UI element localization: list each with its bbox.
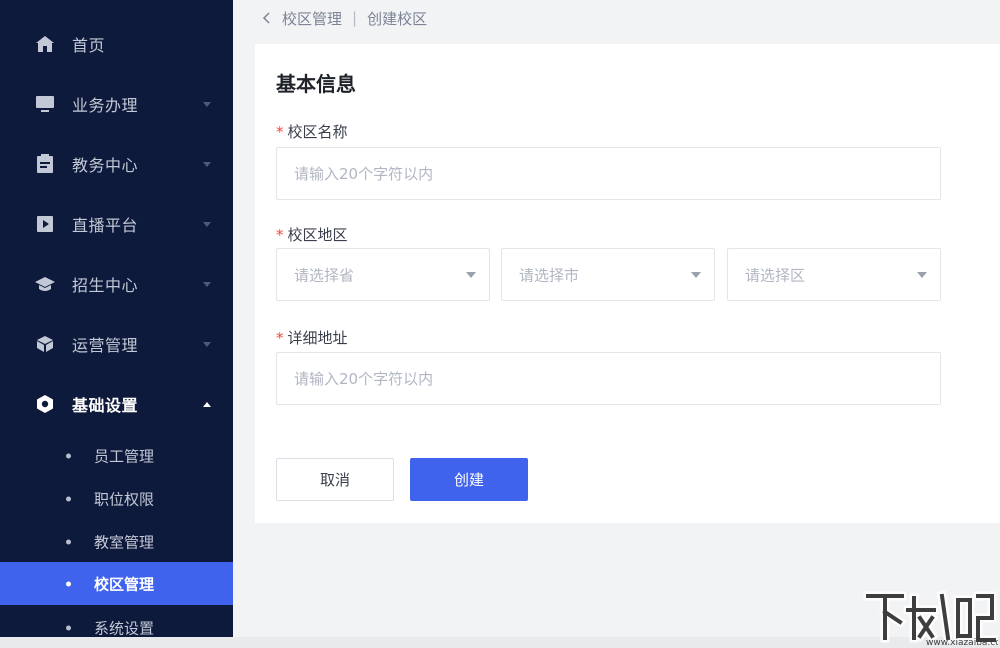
sidebar-item-business[interactable]: 业务办理 xyxy=(0,74,233,134)
sidebar-item-label: 运营管理 xyxy=(72,336,139,355)
bullet-icon xyxy=(66,625,71,630)
sidebar-sub-item-label: 教室管理 xyxy=(94,533,155,551)
sidebar-sub-item-system[interactable]: 系统设置 xyxy=(0,606,233,637)
district-select-placeholder: 请选择区 xyxy=(745,266,806,284)
province-select-placeholder: 请选择省 xyxy=(294,266,355,284)
campus-name-label: * 校区名称 xyxy=(276,121,348,142)
campus-region-label: * 校区地区 xyxy=(276,224,348,245)
sidebar-item-label: 直播平台 xyxy=(72,216,139,235)
chevron-left-icon[interactable] xyxy=(262,11,276,25)
bullet-icon xyxy=(66,496,71,501)
province-select[interactable]: 请选择省 xyxy=(276,248,490,301)
campus-form-card: 基本信息 *校区名称 *校区地区 请选择省 请选择市 请选择区 *详细地址 取消… xyxy=(255,44,1000,523)
clipboard-icon xyxy=(35,154,55,174)
chevron-down-icon xyxy=(201,278,213,290)
city-select[interactable]: 请选择市 xyxy=(501,248,715,301)
sidebar-sub-item-staff[interactable]: 员工管理 xyxy=(0,434,233,477)
hexagon-settings-icon xyxy=(35,394,55,414)
home-icon xyxy=(35,34,55,54)
play-icon xyxy=(35,214,55,234)
sidebar-item-operations[interactable]: 运营管理 xyxy=(0,314,233,374)
sidebar-item-enrollment[interactable]: 招生中心 xyxy=(0,254,233,314)
monitor-icon xyxy=(35,94,55,114)
create-button[interactable]: 创建 xyxy=(410,458,528,501)
breadcrumb-separator: | xyxy=(352,9,358,27)
cube-icon xyxy=(35,334,55,354)
chevron-down-icon xyxy=(201,98,213,110)
bullet-icon xyxy=(66,539,71,544)
required-mark: * xyxy=(276,329,284,347)
watermark-logo: www.xiazaiba.com xyxy=(862,588,1000,648)
campus-region-label-text: 校区地区 xyxy=(287,226,348,244)
sidebar-item-label: 基础设置 xyxy=(72,396,139,415)
campus-name-label-text: 校区名称 xyxy=(287,123,348,141)
sidebar: 首页 业务办理 教务中心 直播平台 招生中心 运营管理 基础设置 员工管理 职位… xyxy=(0,0,233,637)
caret-down-icon xyxy=(916,271,928,279)
section-title: 基本信息 xyxy=(276,72,356,96)
required-mark: * xyxy=(276,123,284,141)
bullet-icon xyxy=(66,581,71,586)
chevron-up-icon xyxy=(201,398,213,410)
sidebar-item-label: 教务中心 xyxy=(72,156,139,175)
caret-down-icon xyxy=(465,271,477,279)
breadcrumb: 校区管理 | 创建校区 xyxy=(262,8,427,28)
address-label: * 详细地址 xyxy=(276,327,348,348)
district-select[interactable]: 请选择区 xyxy=(727,248,941,301)
breadcrumb-current: 创建校区 xyxy=(367,9,428,28)
campus-name-input[interactable] xyxy=(276,147,941,200)
sidebar-sub-item-label: 员工管理 xyxy=(94,447,155,465)
sidebar-item-label: 首页 xyxy=(72,36,106,55)
chevron-down-icon xyxy=(201,338,213,350)
sidebar-item-label: 业务办理 xyxy=(72,96,139,115)
sidebar-item-home[interactable]: 首页 xyxy=(0,14,233,74)
sidebar-sub-item-label: 系统设置 xyxy=(94,619,155,637)
sidebar-sub-item-label: 校区管理 xyxy=(94,575,155,593)
cancel-button[interactable]: 取消 xyxy=(276,458,394,501)
bottom-bar xyxy=(0,637,1000,648)
sidebar-item-label: 招生中心 xyxy=(72,276,139,295)
chevron-down-icon xyxy=(201,218,213,230)
sidebar-item-academic[interactable]: 教务中心 xyxy=(0,134,233,194)
sidebar-item-basic-settings[interactable]: 基础设置 xyxy=(0,374,233,434)
sidebar-sub-item-classrooms[interactable]: 教室管理 xyxy=(0,520,233,563)
caret-down-icon xyxy=(690,271,702,279)
breadcrumb-parent-link[interactable]: 校区管理 xyxy=(282,8,342,29)
chevron-down-icon xyxy=(201,158,213,170)
sidebar-sub-item-label: 职位权限 xyxy=(94,490,155,508)
address-input[interactable] xyxy=(276,352,941,405)
city-select-placeholder: 请选择市 xyxy=(519,266,580,284)
required-mark: * xyxy=(276,226,284,244)
bullet-icon xyxy=(66,453,71,458)
address-label-text: 详细地址 xyxy=(287,329,348,347)
sidebar-sub-item-campus[interactable]: 校区管理 xyxy=(0,562,233,605)
graduation-cap-icon xyxy=(35,274,55,294)
sidebar-item-live[interactable]: 直播平台 xyxy=(0,194,233,254)
sidebar-sub-item-positions[interactable]: 职位权限 xyxy=(0,477,233,520)
watermark-url: www.xiazaiba.com xyxy=(926,638,998,646)
